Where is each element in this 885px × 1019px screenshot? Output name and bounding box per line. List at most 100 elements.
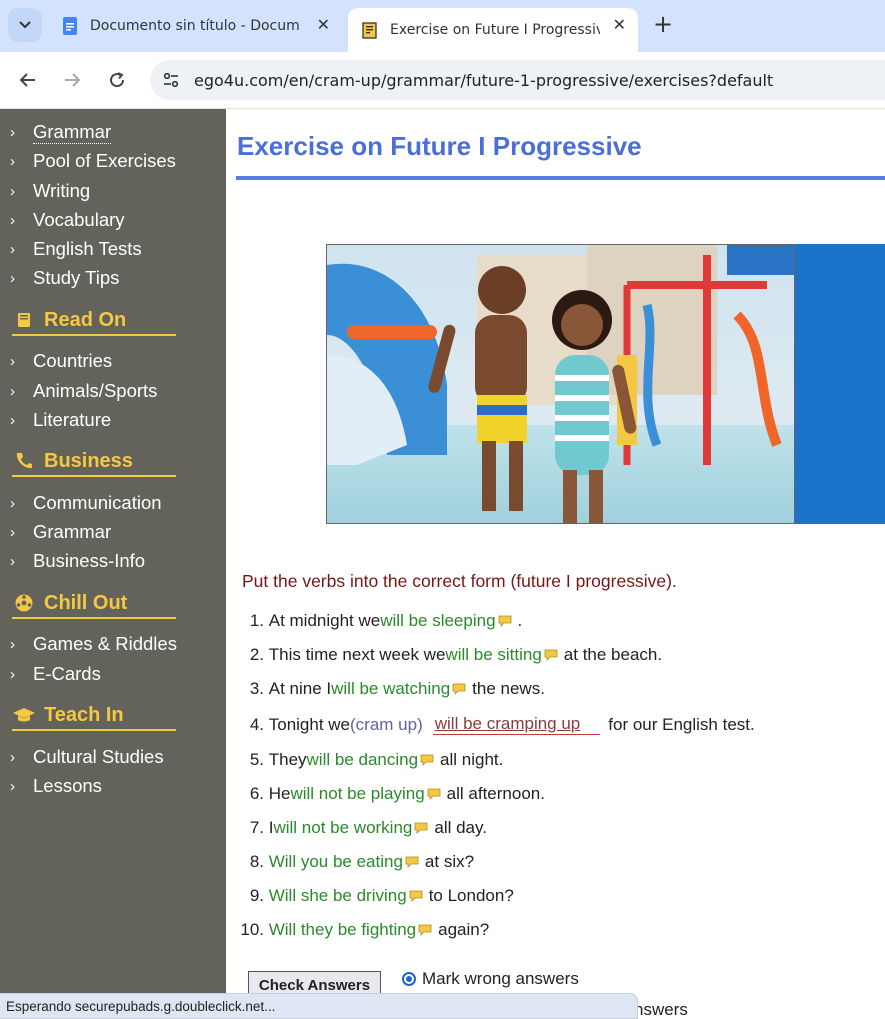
browser-toolbar: ego4u.com/en/cram-up/grammar/future-1-pr…: [0, 52, 885, 109]
book-icon: [12, 311, 36, 329]
correct-answer: will not be playing: [290, 784, 425, 803]
address-bar[interactable]: ego4u.com/en/cram-up/grammar/future-1-pr…: [150, 60, 885, 100]
answer-input-wrong[interactable]: will be cramping up: [432, 714, 601, 735]
exercise-item-3: 3. At nine I will be watching the news.: [249, 679, 545, 698]
chevron-right-icon: ›: [10, 382, 15, 400]
sidebar-heading-read-on[interactable]: Read On: [12, 306, 176, 336]
chevron-right-icon: ›: [10, 411, 15, 429]
tab-label: Exercise on Future I Progressive: [390, 22, 600, 38]
sidebar-heading-chill-out[interactable]: Chill Out: [12, 589, 176, 619]
tab-search-button[interactable]: [8, 8, 42, 42]
arrow-left-icon: [19, 73, 35, 87]
sidebar-item-english-tests[interactable]: › English Tests: [10, 238, 142, 260]
ego4u-favicon: [362, 22, 377, 39]
sidebar-item-animals-sports[interactable]: › Animals/Sports: [10, 380, 157, 402]
radio-selected[interactable]: [402, 972, 416, 986]
close-icon[interactable]: ✕: [613, 15, 626, 34]
advertisement-panel[interactable]: [795, 244, 885, 524]
chevron-right-icon: ›: [10, 635, 15, 653]
sidebar-item-cultural-studies[interactable]: › Cultural Studies: [10, 746, 164, 768]
speech-bubble-icon[interactable]: [418, 924, 432, 936]
sidebar-item-countries[interactable]: › Countries: [10, 350, 112, 372]
tab-exercise-active[interactable]: Exercise on Future I Progressive ✕: [348, 8, 638, 52]
chevron-right-icon: ›: [10, 748, 15, 766]
exercise-item-6: 6. He will not be playing all afternoon.: [249, 784, 545, 803]
correct-answer: will be watching: [331, 679, 451, 698]
tab-strip: Documento sin título - Docume ✕ Exercise…: [0, 0, 885, 52]
exercise-item-2: 2. This time next week we will be sittin…: [249, 645, 663, 664]
speech-bubble-icon[interactable]: [452, 683, 466, 695]
sidebar-item-business-info[interactable]: › Business-Info: [10, 550, 145, 572]
correct-answer: will not be working: [273, 818, 413, 837]
chevron-right-icon: ›: [10, 523, 15, 541]
tab-google-docs[interactable]: Documento sin título - Docume ✕: [48, 8, 342, 44]
sidebar-item-business-grammar[interactable]: › Grammar: [10, 521, 111, 543]
url-text: ego4u.com/en/cram-up/grammar/future-1-pr…: [194, 70, 774, 90]
chevron-right-icon: ›: [10, 240, 15, 258]
sidebar-nav: › Grammar › Pool of Exercises › Writing › Vo…: [0, 109, 226, 1019]
kids-waterpark-photo: [326, 244, 795, 524]
back-button[interactable]: [14, 66, 42, 94]
chevron-right-icon: ›: [10, 665, 15, 683]
close-icon[interactable]: ✕: [317, 15, 330, 34]
sidebar-heading-teach-in[interactable]: Teach In: [12, 701, 176, 731]
sidebar-item-vocabulary[interactable]: › Vocabulary: [10, 209, 125, 231]
site-settings-icon[interactable]: [162, 71, 180, 89]
sidebar-heading-business[interactable]: Business: [12, 447, 176, 477]
chevron-right-icon: ›: [10, 494, 15, 512]
sidebar-item-study-tips[interactable]: › Study Tips: [10, 267, 119, 289]
correct-answer: will be sleeping: [380, 611, 496, 630]
speech-bubble-icon[interactable]: [427, 788, 441, 800]
sidebar-item-communication[interactable]: › Communication: [10, 492, 162, 514]
phone-icon: [12, 451, 36, 471]
new-tab-button[interactable]: +: [650, 10, 676, 38]
mark-wrong-answers-option[interactable]: Mark wrong answers: [402, 969, 579, 989]
forward-button[interactable]: [58, 66, 86, 94]
main-content: Exercise on Future I Progressive Put the…: [226, 109, 885, 1019]
exercise-item-4: 4. Tonight we (cram up) will be cramping …: [249, 714, 755, 735]
speech-bubble-icon[interactable]: [409, 890, 423, 902]
sidebar-item-literature[interactable]: › Literature: [10, 409, 111, 431]
chevron-right-icon: ›: [10, 152, 15, 170]
speech-bubble-icon[interactable]: [498, 615, 512, 627]
reload-button[interactable]: [103, 66, 131, 94]
google-docs-icon: [63, 17, 77, 35]
sidebar-item-lessons[interactable]: › Lessons: [10, 775, 102, 797]
sidebar-item-writing[interactable]: › Writing: [10, 180, 90, 202]
exercise-item-1: 1. At midnight we will be sleeping .: [249, 611, 523, 630]
exercise-item-10: 10. Will they be fighting again?: [240, 920, 490, 939]
title-divider: [236, 176, 885, 180]
sidebar-item-grammar[interactable]: › Grammar: [10, 121, 112, 144]
verb-hint: (cram up): [350, 714, 423, 734]
exercise-item-5: 5. They will be dancing all night.: [249, 750, 504, 769]
sidebar-item-e-cards[interactable]: › E-Cards: [10, 663, 101, 685]
chevron-right-icon: ›: [10, 124, 15, 141]
page-title: Exercise on Future I Progressive: [237, 131, 642, 161]
graduation-cap-icon: [12, 706, 36, 724]
sidebar-item-pool-of-exercises[interactable]: › Pool of Exercises: [10, 150, 176, 172]
tab-label: Documento sin título - Docume: [90, 18, 300, 34]
chevron-right-icon: ›: [10, 777, 15, 795]
speech-bubble-icon[interactable]: [414, 822, 428, 834]
chevron-right-icon: ›: [10, 182, 15, 200]
chevron-right-icon: ›: [10, 269, 15, 287]
speech-bubble-icon[interactable]: [405, 856, 419, 868]
speech-bubble-icon[interactable]: [544, 649, 558, 661]
correct-answer: will be sitting: [445, 645, 542, 664]
correct-answer: will be dancing: [306, 750, 419, 769]
chevron-down-icon: [19, 21, 31, 29]
second-answers-option[interactable]: nswers: [634, 1000, 688, 1019]
speech-bubble-icon[interactable]: [420, 754, 434, 766]
exercise-item-7: 7. I will not be working all day.: [249, 818, 487, 837]
sidebar-item-games-riddles[interactable]: › Games & Riddles: [10, 633, 177, 655]
exercise-item-8: 8. Will you be eating at six?: [249, 852, 475, 871]
exercise-instructions: Put the verbs into the correct form (fut…: [242, 571, 677, 591]
chevron-right-icon: ›: [10, 352, 15, 370]
correct-answer: Will they be fighting: [268, 920, 417, 939]
exercise-item-9: 9. Will she be driving to London?: [249, 886, 514, 905]
status-bubble: Esperando securepubads.g.doubleclick.net…: [0, 993, 638, 1019]
correct-answer: Will you be eating: [268, 852, 403, 871]
reload-icon: [110, 72, 125, 88]
arrow-right-icon: [65, 73, 81, 87]
chevron-right-icon: ›: [10, 211, 15, 229]
